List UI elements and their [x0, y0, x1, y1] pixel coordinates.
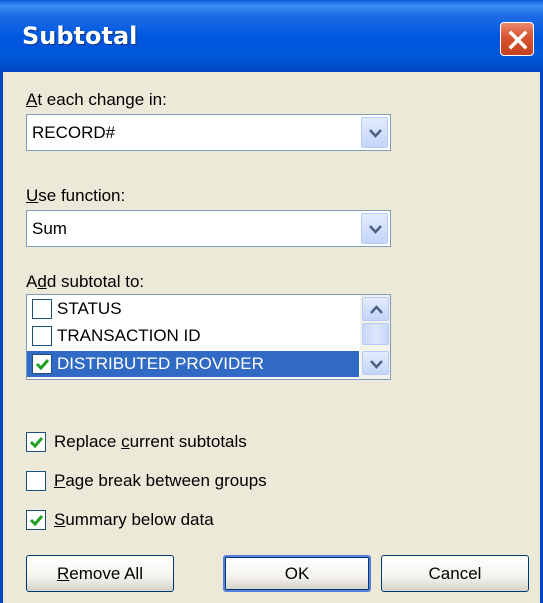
checkbox[interactable] — [26, 471, 46, 491]
summary-label: Summary below data — [54, 510, 214, 529]
close-icon — [508, 30, 528, 50]
function-value: Sum — [32, 219, 67, 238]
scroll-down-button[interactable] — [362, 351, 389, 375]
checkbox-checked[interactable] — [26, 432, 46, 452]
function-label: Use function: — [26, 186, 126, 205]
list-item-selected[interactable]: DISTRIBUTED PROVIDER — [27, 351, 359, 377]
checkbox-checked[interactable] — [32, 354, 52, 374]
chevron-down-icon — [369, 129, 382, 138]
checkbox[interactable] — [32, 326, 52, 346]
change-dropdown[interactable]: RECORD# — [26, 114, 391, 151]
change-value: RECORD# — [32, 123, 116, 142]
list-item[interactable]: STATUS — [27, 296, 359, 322]
replace-label: Replace current subtotals — [54, 432, 247, 451]
add-subtotal-label: Add subtotal to: — [26, 272, 145, 291]
remove-all-button[interactable]: Remove All — [26, 555, 174, 592]
checkmark-icon — [35, 359, 50, 371]
close-button[interactable] — [500, 22, 534, 56]
replace-current-subtotals-checkbox[interactable]: Replace current subtotals — [26, 430, 366, 456]
checkbox[interactable] — [32, 299, 52, 319]
change-dropdown-button[interactable] — [361, 117, 388, 148]
function-dropdown-button[interactable] — [361, 213, 388, 244]
chevron-down-icon — [370, 360, 383, 369]
checkbox-checked[interactable] — [26, 510, 46, 530]
ok-button[interactable]: OK — [223, 555, 371, 592]
scroll-up-button[interactable] — [362, 297, 389, 321]
chevron-up-icon — [370, 305, 383, 314]
change-label: At each change in: — [26, 90, 167, 109]
checkmark-icon — [29, 515, 44, 527]
chevron-down-icon — [369, 225, 382, 234]
summary-below-data-checkbox[interactable]: Summary below data — [26, 508, 366, 534]
cancel-button[interactable]: Cancel — [381, 555, 529, 592]
scroll-thumb[interactable] — [362, 323, 389, 345]
add-subtotal-list[interactable]: STATUS TRANSACTION ID DISTRIBUTED PROVID… — [26, 294, 391, 380]
checkmark-icon — [29, 437, 44, 449]
window-title: Subtotal — [22, 22, 138, 50]
title-bar[interactable]: Subtotal — [0, 0, 543, 72]
page-break-label: Page break between groups — [54, 471, 267, 490]
function-dropdown[interactable]: Sum — [26, 210, 391, 247]
list-scrollbar[interactable] — [360, 295, 390, 379]
page-break-checkbox[interactable]: Page break between groups — [26, 469, 366, 495]
list-item[interactable]: TRANSACTION ID — [27, 323, 359, 349]
